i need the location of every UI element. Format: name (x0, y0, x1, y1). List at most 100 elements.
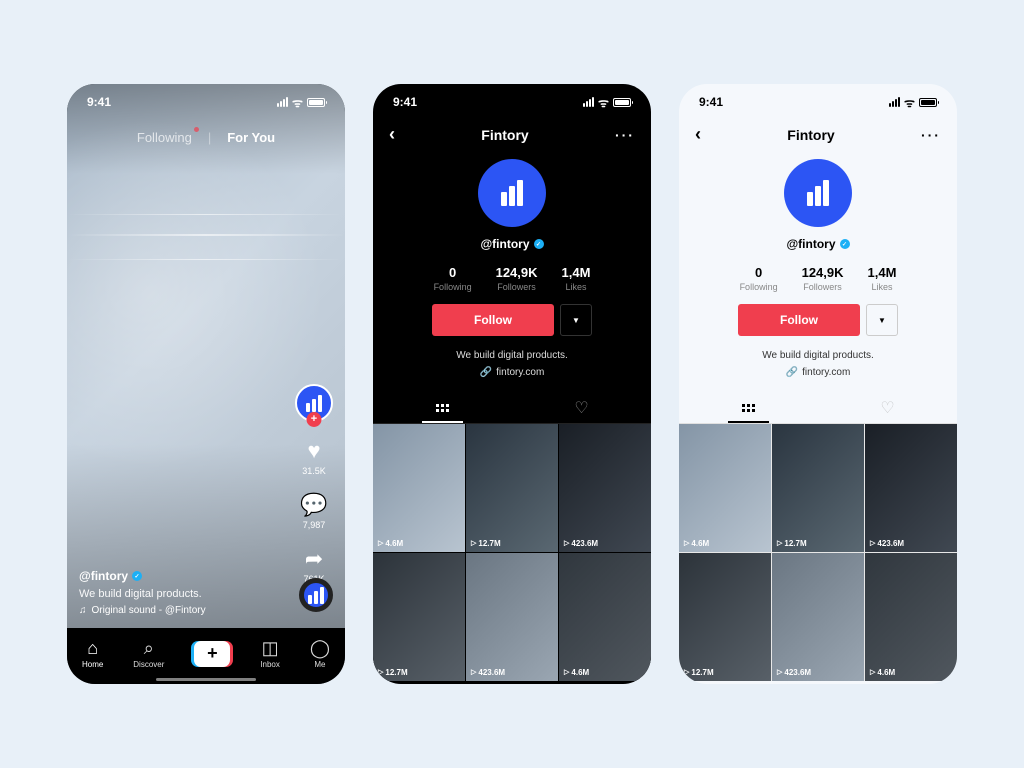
video-tile[interactable]: ▷423.6M (772, 553, 864, 681)
feed-screen: 9:41 ᯤ Following | For You ♥31.5K 💬7,987… (67, 84, 345, 684)
content-tabs: ♡ (373, 392, 651, 424)
play-icon: ▷ (471, 539, 476, 547)
profile-handle: @fintory✓ (480, 237, 543, 251)
nav-inbox[interactable]: ◫Inbox (260, 638, 280, 669)
tab-following[interactable]: Following (137, 130, 192, 145)
status-time: 9:41 (87, 95, 111, 109)
video-tile[interactable]: ▷12.7M (772, 424, 864, 552)
play-icon: ▷ (684, 668, 689, 676)
profile-avatar-button[interactable] (295, 384, 333, 422)
video-tile[interactable]: ▷423.6M (865, 424, 957, 552)
nav-me[interactable]: ◯Me (310, 638, 330, 669)
tab-for-you[interactable]: For You (227, 130, 275, 145)
battery-icon (919, 98, 937, 107)
logo-icon (807, 180, 829, 206)
video-tile[interactable]: ▷12.7M (679, 553, 771, 681)
play-icon: ▷ (378, 668, 383, 676)
create-button[interactable]: + (194, 641, 230, 667)
follow-button[interactable]: Follow (432, 304, 554, 336)
stat-likes[interactable]: 1,4MLikes (562, 265, 591, 292)
video-tile[interactable]: ▷4.6M (373, 424, 465, 552)
wifi-icon: ᯤ (904, 94, 915, 111)
battery-icon (613, 98, 631, 107)
profile-avatar[interactable] (784, 159, 852, 227)
follow-button[interactable]: Follow (738, 304, 860, 336)
profile-avatar[interactable] (478, 159, 546, 227)
back-button[interactable]: ‹ (389, 124, 395, 145)
heart-icon: ♥ (307, 438, 320, 464)
verified-icon: ✓ (840, 239, 850, 249)
video-tile[interactable]: ▷4.6M (559, 553, 651, 681)
feed-tabs: Following | For You (67, 130, 345, 145)
profile-light-screen: 9:41 ᯤ ‹ Fintory ··· @fintory✓ 0Followin… (679, 84, 957, 684)
page-title: Fintory (481, 127, 528, 143)
video-tile[interactable]: ▷4.6M (865, 553, 957, 681)
notification-dot (194, 127, 199, 132)
tab-liked[interactable]: ♡ (512, 392, 651, 423)
logo-icon (306, 395, 322, 412)
home-icon: ⌂ (87, 638, 98, 659)
more-button[interactable]: ··· (921, 127, 941, 143)
profile-handle: @fintory✓ (786, 237, 849, 251)
back-button[interactable]: ‹ (695, 124, 701, 145)
follow-dropdown[interactable]: ▼ (560, 304, 592, 336)
nav-discover[interactable]: ⌕Discover (133, 638, 164, 669)
video-tile[interactable]: ▷12.7M (466, 424, 558, 552)
feed-info: @fintory✓ We build digital products. ♫Or… (79, 569, 206, 616)
comment-icon: 💬 (300, 492, 327, 518)
stat-following[interactable]: 0Following (740, 265, 778, 292)
play-icon: ▷ (564, 539, 569, 547)
profile-bio: We build digital products. (456, 350, 568, 361)
status-bar: 9:41 ᯤ (373, 84, 651, 120)
author-handle[interactable]: @fintory✓ (79, 569, 206, 583)
home-indicator[interactable] (156, 678, 256, 681)
video-tile[interactable]: ▷423.6M (466, 553, 558, 681)
play-icon: ▷ (777, 539, 782, 547)
profile-link[interactable]: 🔗fintory.com (786, 367, 851, 378)
comment-button[interactable]: 💬7,987 (300, 492, 327, 530)
stat-likes[interactable]: 1,4MLikes (868, 265, 897, 292)
play-icon: ▷ (378, 539, 383, 547)
search-icon: ⌕ (144, 638, 154, 659)
status-time: 9:41 (393, 95, 417, 109)
play-icon: ▷ (471, 668, 476, 676)
status-bar: 9:41 ᯤ (679, 84, 957, 120)
status-time: 9:41 (699, 95, 723, 109)
tab-videos[interactable] (373, 392, 512, 423)
profile-header: ‹ Fintory ··· (679, 120, 957, 149)
grid-icon (742, 404, 755, 412)
play-icon: ▷ (684, 539, 689, 547)
profile-bio: We build digital products. (762, 350, 874, 361)
stat-followers[interactable]: 124,9KFollowers (802, 265, 844, 292)
stat-following[interactable]: 0Following (434, 265, 472, 292)
tab-videos[interactable] (679, 392, 818, 423)
video-caption: We build digital products. (79, 588, 206, 600)
stat-followers[interactable]: 124,9KFollowers (496, 265, 538, 292)
signal-icon (583, 97, 594, 107)
tab-liked[interactable]: ♡ (818, 392, 957, 423)
sound-disc[interactable] (299, 578, 333, 612)
video-tile[interactable]: ▷4.6M (679, 424, 771, 552)
action-rail: ♥31.5K 💬7,987 ➦761K (295, 384, 333, 584)
video-grid: ▷4.6M ▷12.7M ▷423.6M ▷12.7M ▷423.6M ▷4.6… (679, 424, 957, 681)
verified-icon: ✓ (132, 571, 142, 581)
follow-dropdown[interactable]: ▼ (866, 304, 898, 336)
signal-icon (889, 97, 900, 107)
profile-link[interactable]: 🔗fintory.com (480, 367, 545, 378)
video-tile[interactable]: ▷423.6M (559, 424, 651, 552)
more-button[interactable]: ··· (615, 127, 635, 143)
play-icon: ▷ (870, 668, 875, 676)
play-icon: ▷ (777, 668, 782, 676)
verified-icon: ✓ (534, 239, 544, 249)
sound-info[interactable]: ♫Original sound - @Fintory (79, 605, 206, 616)
content-tabs: ♡ (679, 392, 957, 424)
video-tile[interactable]: ▷12.7M (373, 553, 465, 681)
play-icon: ▷ (564, 668, 569, 676)
video-grid: ▷4.6M ▷12.7M ▷423.6M ▷12.7M ▷423.6M ▷4.6… (373, 424, 651, 681)
grid-icon (436, 404, 449, 412)
wifi-icon: ᯤ (598, 94, 609, 111)
logo-icon (308, 587, 324, 604)
nav-home[interactable]: ⌂Home (82, 638, 103, 669)
like-button[interactable]: ♥31.5K (302, 438, 326, 476)
inbox-icon: ◫ (262, 638, 279, 659)
